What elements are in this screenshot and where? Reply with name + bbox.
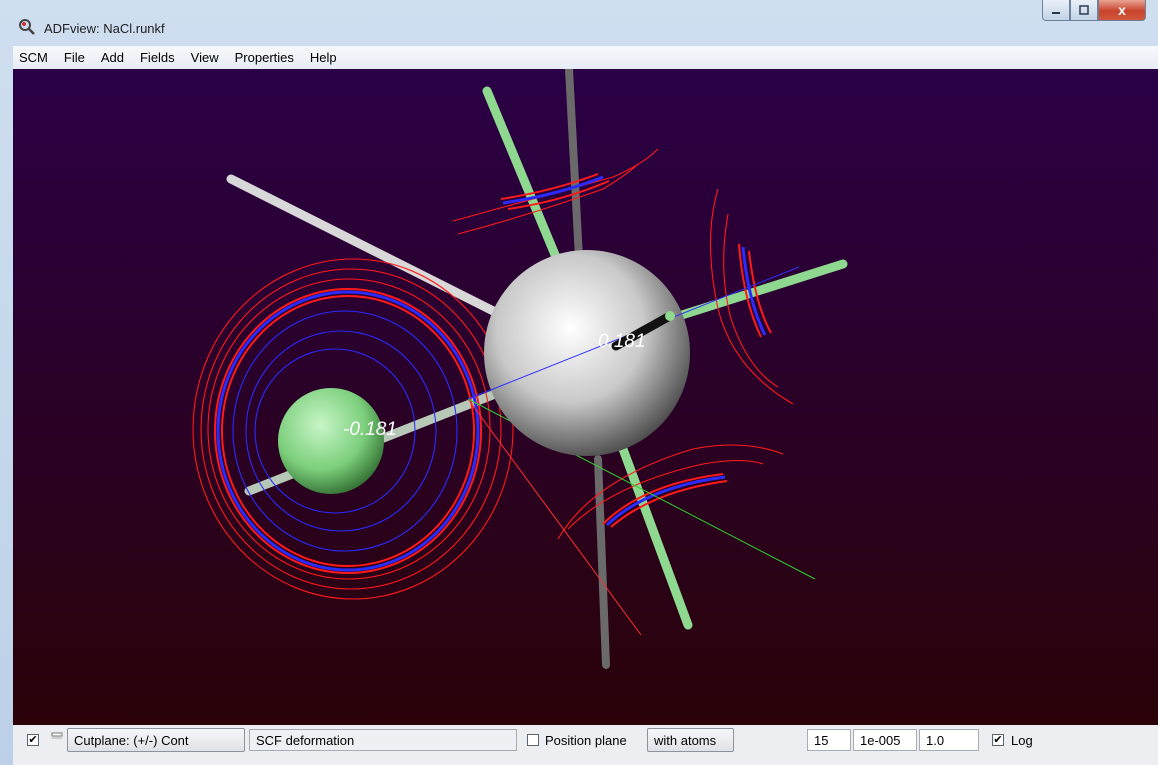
window-controls: x — [1042, 0, 1146, 22]
cl-charge-label: -0.181 — [343, 419, 397, 440]
contour-min-value: 1e-005 — [860, 732, 901, 748]
check-icon: ✔ — [28, 734, 38, 746]
menu-add[interactable]: Add — [93, 50, 132, 65]
menu-bar: SCM File Add Fields View Properties Help — [13, 46, 1158, 69]
menu-scm[interactable]: SCM — [13, 50, 56, 65]
bond-stub-tip — [665, 311, 675, 321]
contour-scale-input[interactable]: 1.0 — [919, 729, 979, 751]
field-name-value: SCF deformation — [256, 732, 355, 748]
log-checkbox[interactable]: ✔ — [992, 734, 1004, 746]
menu-properties[interactable]: Properties — [227, 50, 302, 65]
close-icon: x — [1118, 2, 1126, 18]
position-plane-label: Position plane — [545, 733, 627, 748]
contour-min-input[interactable]: 1e-005 — [853, 729, 917, 751]
log-label: Log — [1011, 733, 1033, 748]
cl-atom-sphere[interactable] — [278, 388, 384, 494]
contour-count-value: 15 — [814, 732, 829, 748]
with-atoms-label: with atoms — [654, 732, 717, 748]
close-button[interactable]: x — [1098, 0, 1146, 21]
contour-scale-value: 1.0 — [926, 732, 945, 748]
cutplane-mode-label: Cutplane: (+/-) Cont — [74, 732, 189, 748]
secondary-toggle[interactable] — [51, 732, 63, 746]
menu-fields[interactable]: Fields — [132, 50, 183, 65]
molecule-canvas[interactable]: 0.181 -0.181 — [13, 69, 1158, 725]
contour-count-input[interactable]: 15 — [807, 729, 851, 751]
position-plane-checkbox[interactable] — [527, 734, 539, 746]
menu-file[interactable]: File — [56, 50, 93, 65]
title-bar: ADFview: NaCl.runkf x — [0, 0, 1158, 46]
app-window: ADFview: NaCl.runkf x SCM File Add Field… — [0, 0, 1158, 765]
minimize-icon — [1052, 12, 1060, 14]
maximize-icon — [1079, 5, 1089, 15]
menu-help[interactable]: Help — [302, 50, 345, 65]
toggle-icon — [51, 732, 63, 739]
with-atoms-button[interactable]: with atoms — [647, 728, 734, 752]
na-charge-label: 0.181 — [598, 331, 646, 352]
field-name-display[interactable]: SCF deformation — [249, 729, 517, 751]
cutplane-mode-button[interactable]: Cutplane: (+/-) Cont — [67, 728, 245, 752]
na-atom-sphere[interactable] — [484, 250, 690, 456]
control-bar: ✔ Cutplane: (+/-) Cont SCF deformation P… — [13, 725, 1158, 765]
menu-view[interactable]: View — [183, 50, 227, 65]
molecule-viewport[interactable]: 0.181 -0.181 — [13, 69, 1158, 725]
adfview-app-icon — [19, 19, 35, 35]
window-title: ADFview: NaCl.runkf — [44, 21, 165, 36]
cutplane-checkbox[interactable]: ✔ — [27, 734, 39, 746]
maximize-button[interactable] — [1070, 0, 1098, 21]
minimize-button[interactable] — [1042, 0, 1070, 21]
check-icon: ✔ — [993, 734, 1003, 746]
